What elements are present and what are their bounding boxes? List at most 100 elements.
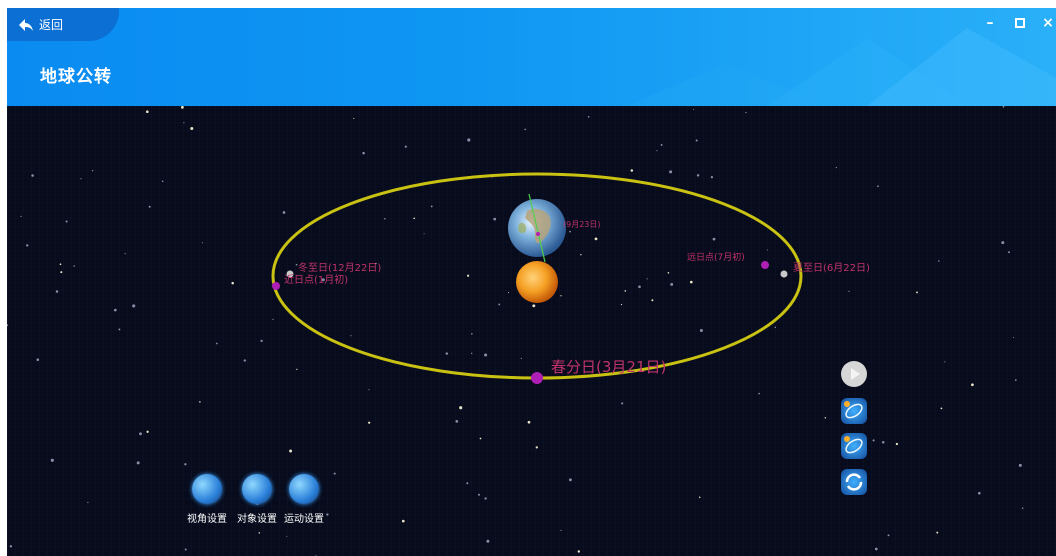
- star: [362, 151, 365, 155]
- star: [479, 437, 482, 440]
- star: [944, 361, 946, 363]
- star: [848, 290, 850, 292]
- space-scene[interactable]: 春分日(3月21日) (9月23日) 冬至日(12月22日) 近日点(1月初) …: [7, 106, 1056, 556]
- back-button[interactable]: 返回: [7, 8, 119, 41]
- star: [282, 211, 286, 214]
- star: [459, 406, 463, 410]
- star: [877, 185, 879, 188]
- spring-equinox-marker[interactable]: [531, 372, 543, 384]
- star: [466, 482, 469, 485]
- star: [353, 117, 355, 119]
- star: [50, 458, 54, 462]
- star: [670, 282, 674, 286]
- star: [493, 217, 497, 221]
- star: [594, 237, 598, 241]
- star: [87, 501, 89, 504]
- star: [1002, 106, 1005, 108]
- star: [124, 253, 126, 255]
- star: [216, 342, 218, 345]
- star: [692, 108, 695, 111]
- star: [624, 290, 627, 292]
- star: [467, 274, 470, 277]
- spring-equinox-label: 春分日(3月21日): [551, 358, 666, 376]
- star: [710, 175, 714, 179]
- star: [92, 170, 94, 172]
- star: [699, 329, 703, 332]
- sun[interactable]: [516, 261, 558, 303]
- orbit-view-button[interactable]: [841, 398, 867, 424]
- star: [471, 333, 473, 335]
- star: [401, 519, 405, 523]
- object-settings-label: 对象设置: [237, 514, 277, 525]
- star: [80, 178, 82, 180]
- star: [660, 143, 663, 146]
- perihelion-label: 近日点(1月初): [284, 273, 348, 286]
- summer-solstice-marker[interactable]: [780, 270, 788, 278]
- back-label: 返回: [39, 18, 64, 32]
- star: [712, 237, 716, 241]
- star: [667, 271, 670, 274]
- autumn-equinox-label: (9月23日): [563, 220, 601, 229]
- star: [656, 150, 658, 152]
- star: [874, 547, 878, 551]
- star: [368, 421, 371, 424]
- star: [916, 291, 918, 294]
- star: [568, 478, 572, 482]
- rotate-button[interactable]: [841, 469, 867, 495]
- aphelion-marker[interactable]: [761, 261, 769, 269]
- perihelion-marker[interactable]: [272, 282, 280, 290]
- star: [384, 218, 386, 220]
- star: [532, 304, 536, 308]
- summer-solstice-label: 夏至日(6月22日): [793, 262, 870, 274]
- star: [243, 359, 246, 362]
- play-button[interactable]: [841, 361, 867, 387]
- object-settings-button[interactable]: 对象设置: [235, 474, 279, 525]
- star: [184, 463, 187, 466]
- star: [272, 318, 274, 320]
- star: [471, 352, 473, 354]
- star: [766, 249, 768, 251]
- rotate-icon: [845, 473, 863, 491]
- star: [413, 217, 416, 220]
- view-settings-button[interactable]: 视角设置: [185, 474, 229, 525]
- motion-settings-label: 运动设置: [284, 514, 324, 525]
- close-icon[interactable]: ×: [1039, 14, 1056, 32]
- star: [9, 545, 13, 548]
- star: [296, 368, 298, 371]
- star: [486, 539, 490, 543]
- star: [445, 352, 449, 355]
- aphelion-label: 远日点(7月初): [687, 251, 745, 263]
- motion-settings-button[interactable]: 运动设置: [282, 474, 326, 525]
- star: [774, 326, 777, 329]
- play-icon: [851, 368, 860, 380]
- star: [535, 446, 538, 449]
- view-settings-label: 视角设置: [187, 514, 227, 525]
- app-window: 返回 地球公转 – × 春分日(3月21日) (9月23日) 冬至日(12月22…: [7, 8, 1056, 556]
- star: [745, 111, 747, 114]
- star: [258, 532, 261, 534]
- star: [520, 357, 523, 360]
- star: [184, 548, 187, 551]
- star: [695, 139, 698, 142]
- star: [620, 303, 623, 306]
- star: [201, 242, 204, 244]
- star: [455, 420, 459, 423]
- star: [286, 535, 288, 537]
- star: [148, 205, 151, 208]
- star: [824, 417, 827, 419]
- star: [560, 295, 562, 297]
- star: [146, 430, 149, 433]
- minimize-icon[interactable]: –: [981, 14, 999, 32]
- star: [139, 432, 142, 436]
- star: [183, 122, 185, 124]
- star: [527, 420, 531, 424]
- star: [478, 493, 480, 496]
- maximize-icon[interactable]: [1011, 14, 1029, 32]
- orbit-zoom-button[interactable]: [841, 433, 867, 459]
- star: [621, 402, 624, 405]
- star: [696, 174, 700, 177]
- star: [113, 308, 117, 312]
- star: [326, 513, 329, 516]
- star: [260, 339, 263, 343]
- star: [350, 335, 352, 337]
